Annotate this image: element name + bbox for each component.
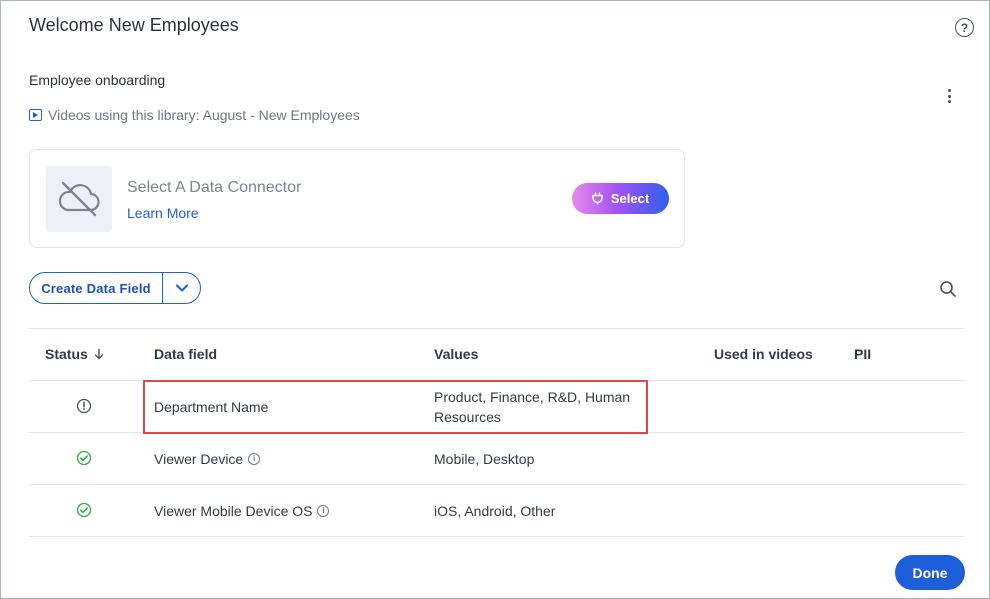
table-row[interactable]: Viewer Device i Mobile, Desktop (29, 433, 965, 485)
status-column-header[interactable]: Status (45, 346, 104, 362)
select-connector-button[interactable]: Select (572, 183, 669, 214)
data-field-name: Viewer Device i (154, 449, 261, 469)
data-field-label: Viewer Mobile Device OS (154, 503, 313, 519)
create-data-field-button[interactable]: Create Data Field (30, 273, 162, 303)
videos-using-library: Videos using this library: August - New … (29, 107, 360, 123)
create-data-field-split-button: Create Data Field (29, 272, 201, 304)
video-library-icon (29, 109, 42, 121)
cloud-off-icon (46, 166, 112, 232)
warning-status-icon (76, 398, 92, 414)
library-name: Employee onboarding (29, 72, 166, 88)
status-header-label: Status (45, 346, 88, 362)
data-fields-table: Status Data field Values Used in videos … (29, 328, 965, 537)
data-field-values: iOS, Android, Other (434, 503, 556, 519)
used-in-videos-column-header: Used in videos (714, 346, 813, 362)
chevron-down-icon (175, 284, 188, 292)
data-field-column-header: Data field (154, 346, 218, 362)
info-icon[interactable]: i (317, 505, 330, 517)
dialog-title: Welcome New Employees (29, 15, 239, 35)
check-circle-icon (76, 450, 92, 466)
help-icon[interactable]: ? (955, 18, 974, 37)
data-field-name: Department Name (154, 397, 268, 417)
connector-title: Select A Data Connector (127, 179, 302, 196)
search-icon[interactable] (939, 280, 957, 303)
pii-column-header: PII (854, 346, 872, 362)
check-circle-icon (76, 502, 92, 518)
data-field-values: Mobile, Desktop (434, 451, 535, 467)
data-field-label: Department Name (154, 399, 269, 415)
info-icon[interactable]: i (248, 453, 261, 465)
table-row[interactable]: Viewer Mobile Device OS i iOS, Android, … (29, 485, 965, 537)
learn-more-link[interactable]: Learn More (127, 205, 199, 221)
table-header: Status Data field Values Used in videos … (29, 329, 965, 381)
table-row[interactable]: Department Name Product, Finance, R&D, H… (29, 381, 965, 433)
videos-using-library-text: Videos using this library: August - New … (48, 107, 360, 123)
sort-arrow-down-icon (94, 349, 103, 360)
create-options-dropdown[interactable] (163, 273, 200, 303)
plug-icon (592, 192, 603, 205)
done-button[interactable]: Done (895, 555, 965, 590)
data-connector-card: Select A Data Connector Learn More Selec… (29, 149, 685, 248)
data-field-label: Viewer Device (154, 451, 244, 467)
data-field-name: Viewer Mobile Device OS i (154, 501, 330, 521)
select-label: Select (610, 191, 650, 206)
dialog: Welcome New Employees ? Employee onboard… (0, 0, 990, 599)
data-field-values: Product, Finance, R&D, Human Resources (434, 389, 631, 425)
more-options-icon[interactable] (941, 87, 957, 105)
values-column-header: Values (434, 346, 479, 362)
